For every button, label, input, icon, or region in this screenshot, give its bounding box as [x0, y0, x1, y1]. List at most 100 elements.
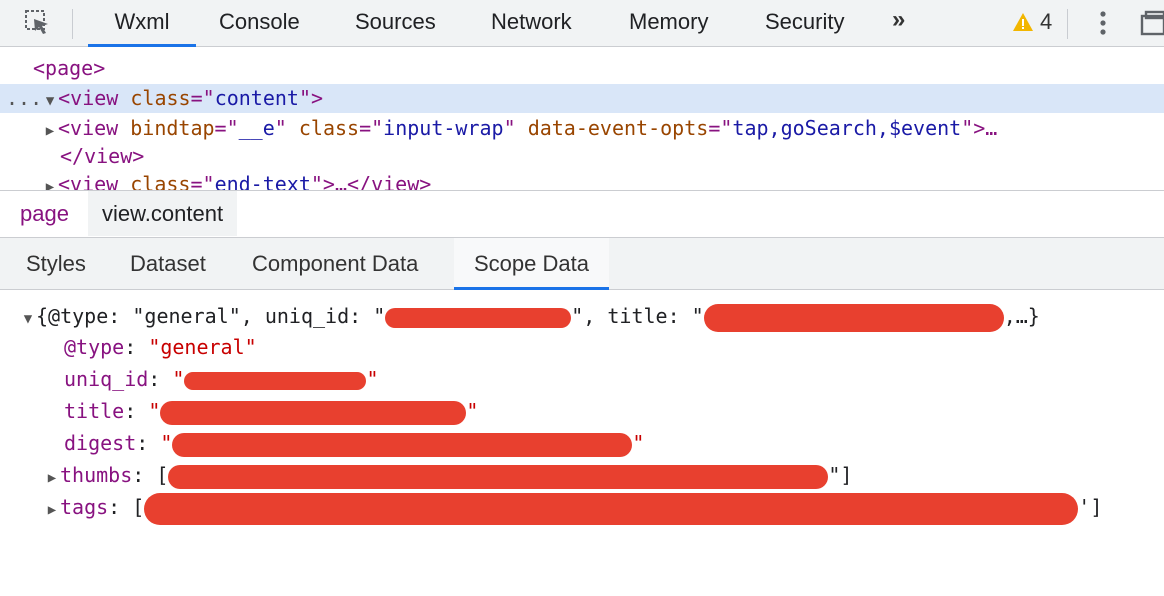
triangle-right-icon[interactable]: ▶: [44, 494, 60, 526]
tree-node-view-content[interactable]: ... ▼ <view class="content">: [0, 84, 1164, 113]
dock-icon[interactable]: [1140, 10, 1164, 36]
more-tabs-chevron-icon[interactable]: »: [892, 6, 905, 34]
tag-open: <view: [58, 116, 131, 140]
row-key: uniq_id: [64, 367, 149, 391]
tree-node-view-input-wrap[interactable]: ▶ <view bindtap="__e" class="input-wrap" …: [0, 114, 1164, 143]
quote: ": [366, 367, 379, 391]
breadcrumb: page view.content: [0, 191, 1164, 238]
devtools-toolbar: Wxml Console Sources Network Memory Secu…: [0, 0, 1164, 47]
redaction-mark: [385, 307, 572, 328]
scope-row-digest[interactable]: digest: " ": [64, 427, 644, 459]
warning-icon: [1013, 13, 1033, 31]
summary-key: @type: [48, 304, 109, 328]
tree-node-view-end-text[interactable]: ▶ <view class="end-text">…</view>: [0, 170, 1164, 190]
quote: ": [148, 399, 161, 423]
node-actions-ellipsis[interactable]: ...: [6, 86, 42, 110]
redaction-mark: [168, 464, 829, 489]
scope-row-title[interactable]: title: " ": [64, 395, 478, 427]
attr-eq: =": [190, 86, 215, 110]
scope-row-tags[interactable]: ▶ tags: [']: [44, 491, 1103, 526]
attr-eq: =": [359, 116, 384, 140]
attr-name: bindtap: [130, 116, 215, 140]
attr-eq: =": [190, 172, 215, 190]
quote: ": [172, 367, 185, 391]
tab-dataset[interactable]: Dataset: [110, 238, 226, 290]
summary-value: "general": [132, 304, 241, 328]
summary-key: uniq_id: [264, 304, 350, 328]
tab-component-data[interactable]: Component Data: [232, 238, 438, 290]
quote-comma: ",: [571, 304, 608, 328]
triangle-down-icon[interactable]: ▼: [20, 303, 36, 335]
colon: :: [108, 304, 133, 328]
tree-node-page[interactable]: <page>: [0, 54, 1164, 83]
tag-close: ">…: [961, 116, 998, 140]
colon: : ": [667, 304, 704, 328]
tag-close: ">: [298, 86, 324, 110]
quote: ": [160, 431, 173, 455]
colon: :: [124, 335, 149, 359]
colon: : [: [108, 495, 145, 519]
redaction-mark: [703, 303, 1004, 332]
breadcrumb-item-page[interactable]: page: [6, 191, 83, 236]
attr-name: data-event-opts: [527, 116, 709, 140]
colon: : [: [132, 463, 169, 487]
redaction-mark: [144, 492, 1079, 525]
tab-security[interactable]: Security: [765, 0, 844, 47]
scope-row-thumbs[interactable]: ▶ thumbs: ["]: [44, 459, 852, 491]
attr-name: class: [130, 172, 191, 190]
redaction-mark: [184, 371, 367, 390]
comma: ,: [240, 304, 265, 328]
tag-open: <view: [58, 86, 131, 110]
warning-count: 4: [1040, 9, 1053, 34]
tree-node-close-view[interactable]: </view>: [0, 142, 1164, 171]
attr-value: __e: [238, 116, 275, 140]
tag-close: ">…</view>: [310, 172, 432, 190]
warnings-indicator[interactable]: 4: [1012, 8, 1052, 36]
tab-styles[interactable]: Styles: [6, 238, 106, 290]
scope-row-uniq-id[interactable]: uniq_id: " ": [64, 363, 378, 395]
row-value: "general": [148, 335, 257, 359]
brace-open: {: [36, 304, 49, 328]
quote: ": [466, 399, 479, 423]
attr-name: class: [298, 116, 360, 140]
redaction-mark: [172, 432, 633, 457]
tag-close-view: </view>: [60, 144, 145, 168]
triangle-right-icon[interactable]: ▶: [42, 173, 58, 190]
bracket-close: ']: [1078, 495, 1103, 519]
tab-sources[interactable]: Sources: [355, 0, 436, 47]
breadcrumb-item-view-content[interactable]: view.content: [88, 191, 238, 236]
tab-memory[interactable]: Memory: [629, 0, 708, 47]
colon: : ": [349, 304, 386, 328]
kebab-menu-icon[interactable]: [1098, 10, 1108, 36]
tab-scope-data[interactable]: Scope Data: [454, 238, 609, 290]
colon: :: [148, 367, 173, 391]
row-key: title: [64, 399, 125, 423]
summary-end: ,…}: [1003, 304, 1040, 328]
colon: :: [136, 431, 161, 455]
sidebar-panel-tabs: Styles Dataset Component Data Scope Data: [0, 238, 1164, 290]
triangle-down-icon[interactable]: ▼: [42, 87, 58, 116]
triangle-right-icon[interactable]: ▶: [44, 462, 60, 494]
row-key: digest: [64, 431, 137, 455]
scope-object-summary[interactable]: ▼ {@type: "general", uniq_id: " ", title: …: [20, 300, 1040, 332]
redaction-mark: [160, 400, 467, 425]
attr-end: ": [274, 116, 299, 140]
attr-eq: =": [214, 116, 239, 140]
attr-end: ": [503, 116, 528, 140]
inspect-icon[interactable]: [24, 9, 52, 37]
tab-wxml[interactable]: Wxml: [88, 0, 196, 47]
attr-eq: =": [708, 116, 733, 140]
scope-row-type[interactable]: @type: "general": [64, 331, 257, 363]
attr-value: input-wrap: [383, 116, 504, 140]
tab-console[interactable]: Console: [219, 0, 300, 47]
tag-page: <page>: [33, 56, 106, 80]
attr-value: end-text: [214, 172, 311, 190]
summary-key: title: [607, 304, 668, 328]
colon: :: [124, 399, 149, 423]
attr-value: content: [214, 86, 299, 110]
toolbar-separator: [1067, 9, 1068, 39]
wxml-tree: <page> ... ▼ <view class="content"> ▶ <view…: [0, 48, 1164, 190]
tab-network[interactable]: Network: [491, 0, 572, 47]
row-key: @type: [64, 335, 125, 359]
row-key: thumbs: [60, 463, 133, 487]
